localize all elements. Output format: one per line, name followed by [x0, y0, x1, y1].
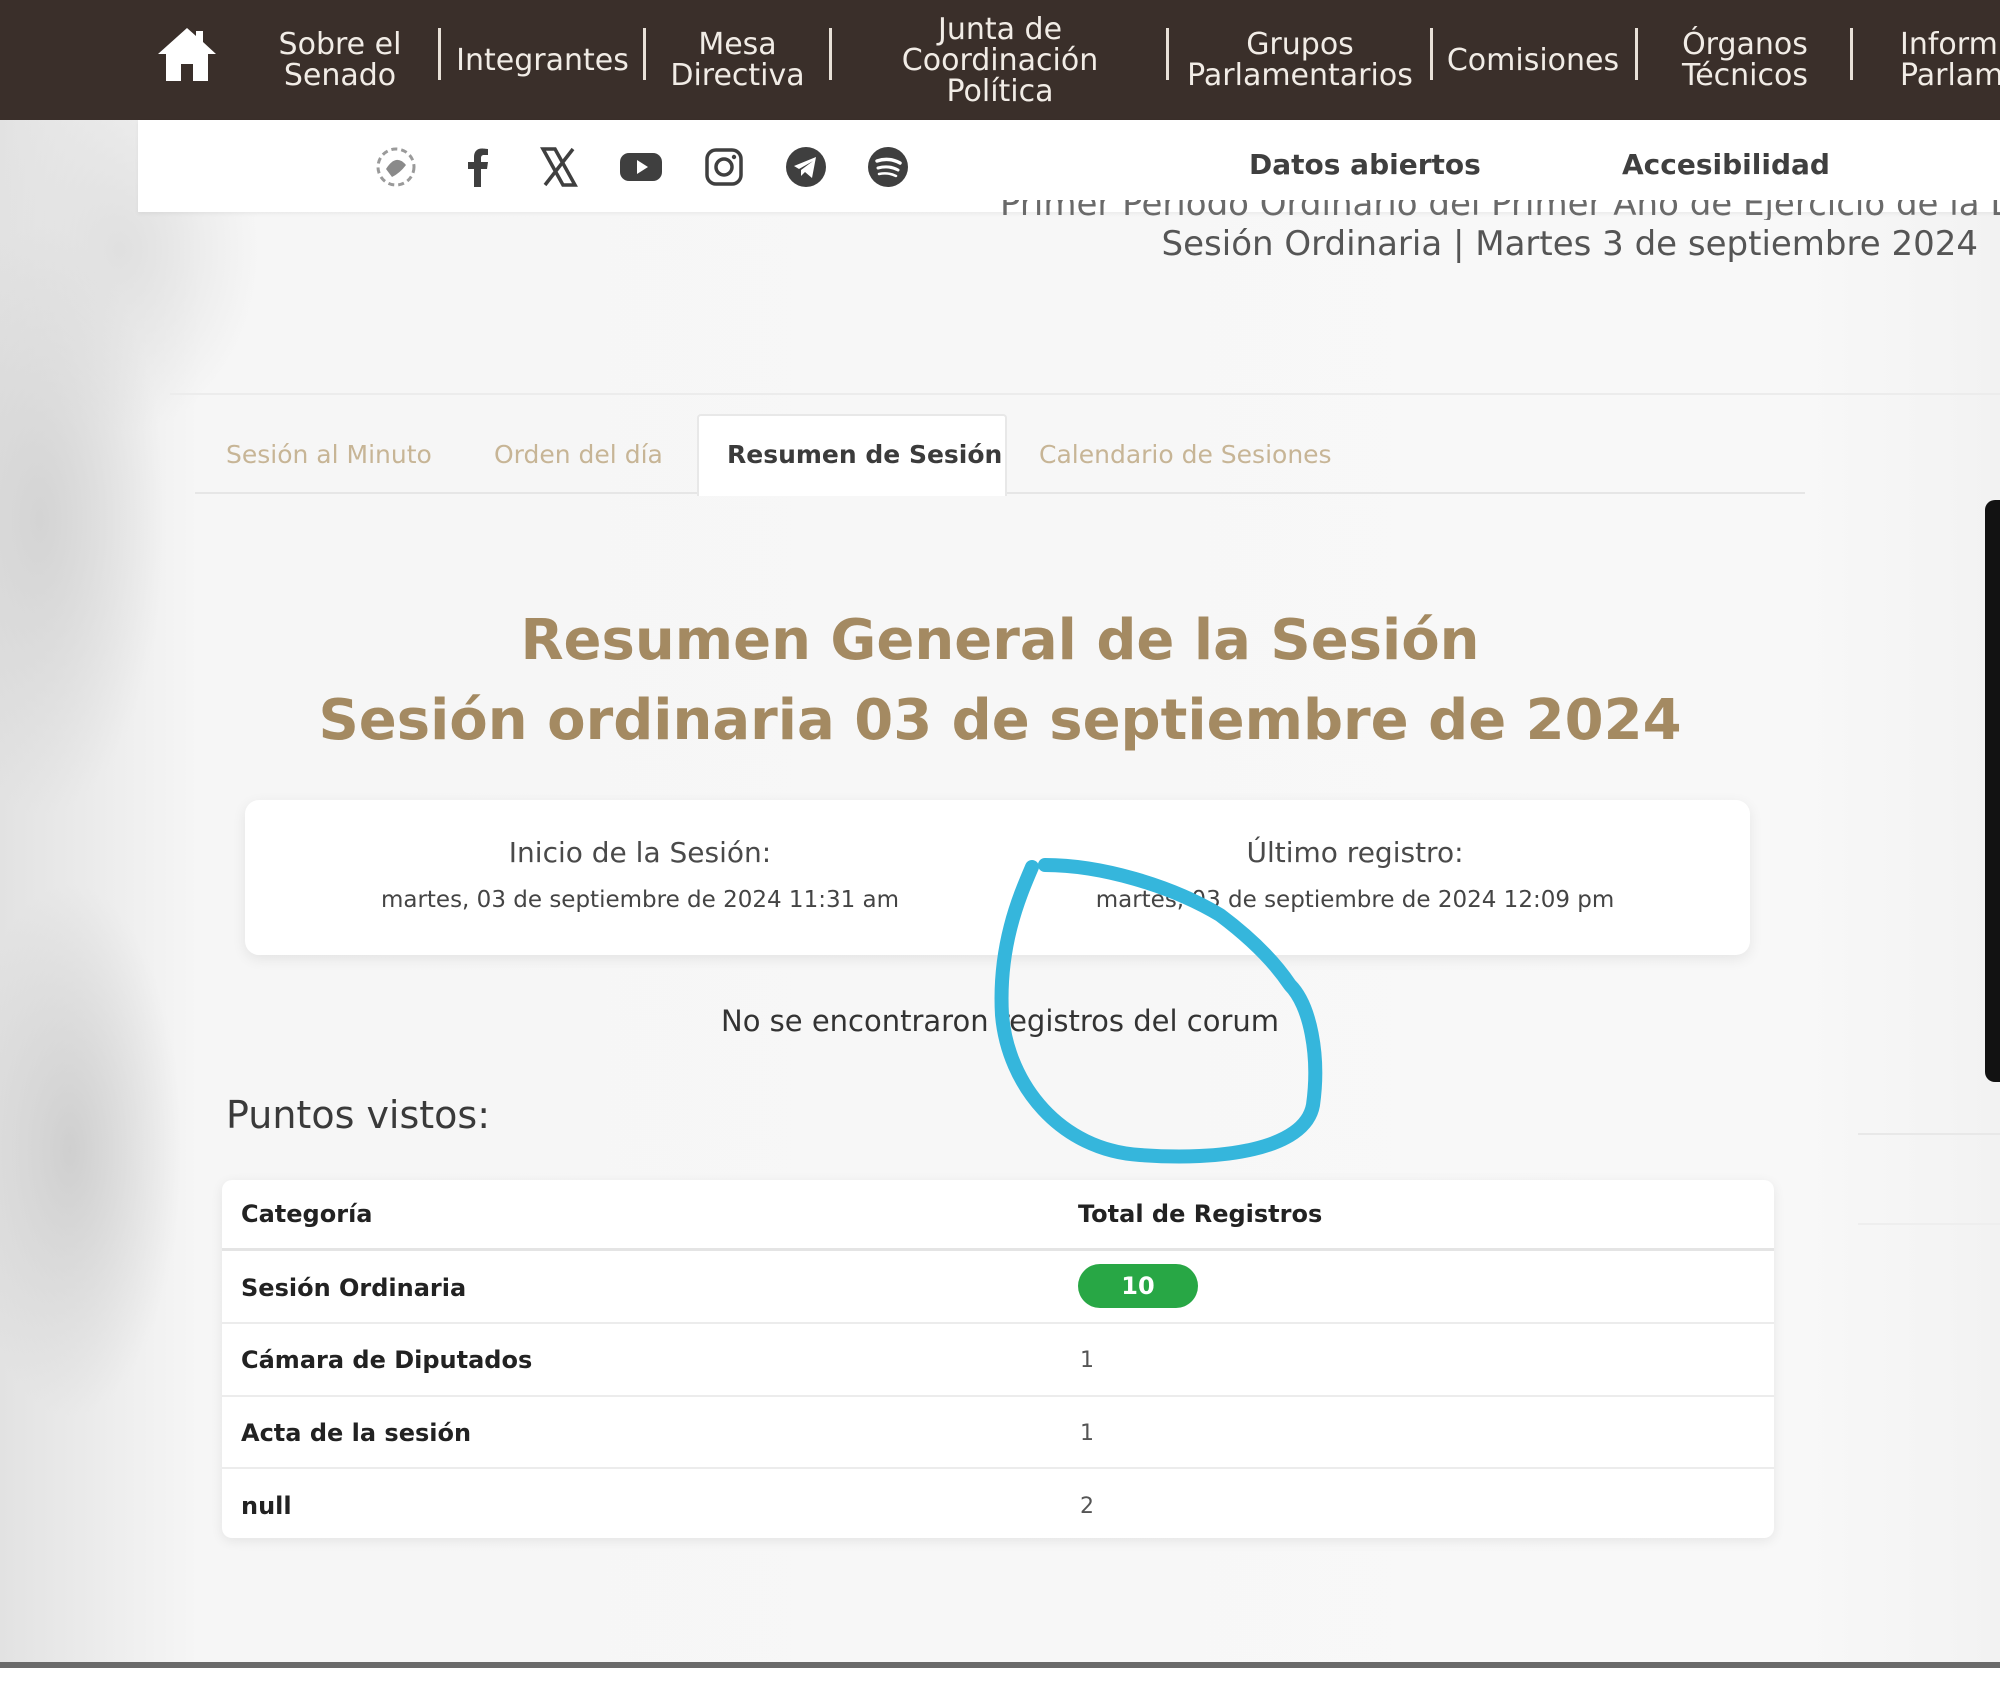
nav-separator — [1635, 28, 1638, 80]
ultimo-label: Último registro: — [1246, 836, 1464, 869]
table-header-divider — [222, 1248, 1774, 1251]
accesibilidad-link[interactable]: Accesibilidad — [1622, 148, 1830, 181]
facebook-icon[interactable] — [454, 143, 502, 191]
table-row-total: 1 — [1080, 1421, 1094, 1446]
nav-grupos-parlamentarios[interactable]: Grupos Parlamentarios — [1187, 0, 1413, 120]
nav-separator — [643, 28, 646, 80]
x-twitter-icon[interactable] — [535, 143, 583, 191]
nav-separator — [829, 28, 832, 80]
nav-separator — [1166, 28, 1169, 80]
table-row-divider — [222, 1395, 1774, 1397]
period-line-container: Primer Periodo Ordinario del Primer Año … — [1000, 200, 2000, 220]
tab-orden-del-dia[interactable]: Orden del día — [494, 440, 663, 469]
table-row-total: 2 — [1080, 1494, 1094, 1519]
table-row-total: 1 — [1080, 1348, 1094, 1373]
header-divider — [170, 393, 2000, 395]
nav-informacion-parlamentaria[interactable]: Inform Parlam — [1900, 0, 2000, 120]
instagram-icon[interactable] — [700, 143, 748, 191]
nav-separator — [1850, 28, 1853, 80]
nav-organos-tecnicos[interactable]: Órganos Técnicos — [1660, 0, 1830, 120]
inicio-value: martes, 03 de septiembre de 2024 11:31 a… — [380, 887, 900, 913]
tab-sesion-al-minuto[interactable]: Sesión al Minuto — [226, 440, 432, 469]
tab-calendario-de-sesiones[interactable]: Calendario de Sesiones — [1039, 440, 1332, 469]
puntos-vistos-heading: Puntos vistos: — [226, 1093, 491, 1137]
telegram-icon[interactable] — [782, 143, 830, 191]
ultimo-value: martes, 03 de septiembre de 2024 12:09 p… — [1095, 887, 1615, 913]
no-quorum-records-message: No se encontraron registros del corum — [721, 1004, 1279, 1038]
tab-resumen-de-sesion[interactable]: Resumen de Sesión — [727, 440, 1002, 469]
inicio-label: Inicio de la Sesión: — [508, 836, 772, 869]
side-divider — [1858, 1223, 2000, 1225]
datos-abiertos-link[interactable]: Datos abiertos — [1249, 148, 1481, 181]
total-badge: 10 — [1078, 1264, 1198, 1308]
nav-junta-coordinacion-politica[interactable]: Junta de Coordinación Política — [880, 0, 1120, 120]
side-media-panel[interactable] — [1985, 500, 2000, 1082]
side-divider — [1858, 1133, 2000, 1135]
senado-logo-icon[interactable] — [372, 143, 420, 191]
nav-mesa-directiva[interactable]: Mesa Directiva — [660, 0, 815, 120]
nav-separator — [438, 28, 441, 80]
column-header-categoria: Categoría — [241, 1200, 373, 1228]
table-row-divider — [222, 1322, 1774, 1324]
table-row-categoria: null — [241, 1492, 292, 1520]
table-row-categoria: Sesión Ordinaria — [241, 1274, 467, 1302]
table-row-divider — [222, 1467, 1774, 1469]
nav-sobre-el-senado[interactable]: Sobre el Senado — [270, 0, 410, 120]
table-row-categoria: Cámara de Diputados — [241, 1346, 533, 1374]
session-times-card — [245, 800, 1750, 955]
period-line: Primer Periodo Ordinario del Primer Año … — [1000, 200, 2000, 220]
home-icon[interactable] — [155, 24, 219, 84]
footer-divider — [0, 1662, 2000, 1668]
table-row-categoria: Acta de la sesión — [241, 1419, 472, 1447]
nav-separator — [1430, 28, 1433, 80]
youtube-icon[interactable] — [617, 143, 665, 191]
summary-title: Resumen General de la Sesión — [520, 608, 1480, 673]
session-line: Sesión Ordinaria | Martes 3 de septiembr… — [1161, 224, 1978, 264]
nav-comisiones[interactable]: Comisiones — [1447, 0, 1619, 120]
spotify-icon[interactable] — [864, 143, 912, 191]
summary-subtitle: Sesión ordinaria 03 de septiembre de 202… — [318, 688, 1682, 753]
nav-integrantes[interactable]: Integrantes — [455, 0, 630, 120]
column-header-total: Total de Registros — [1078, 1200, 1323, 1228]
